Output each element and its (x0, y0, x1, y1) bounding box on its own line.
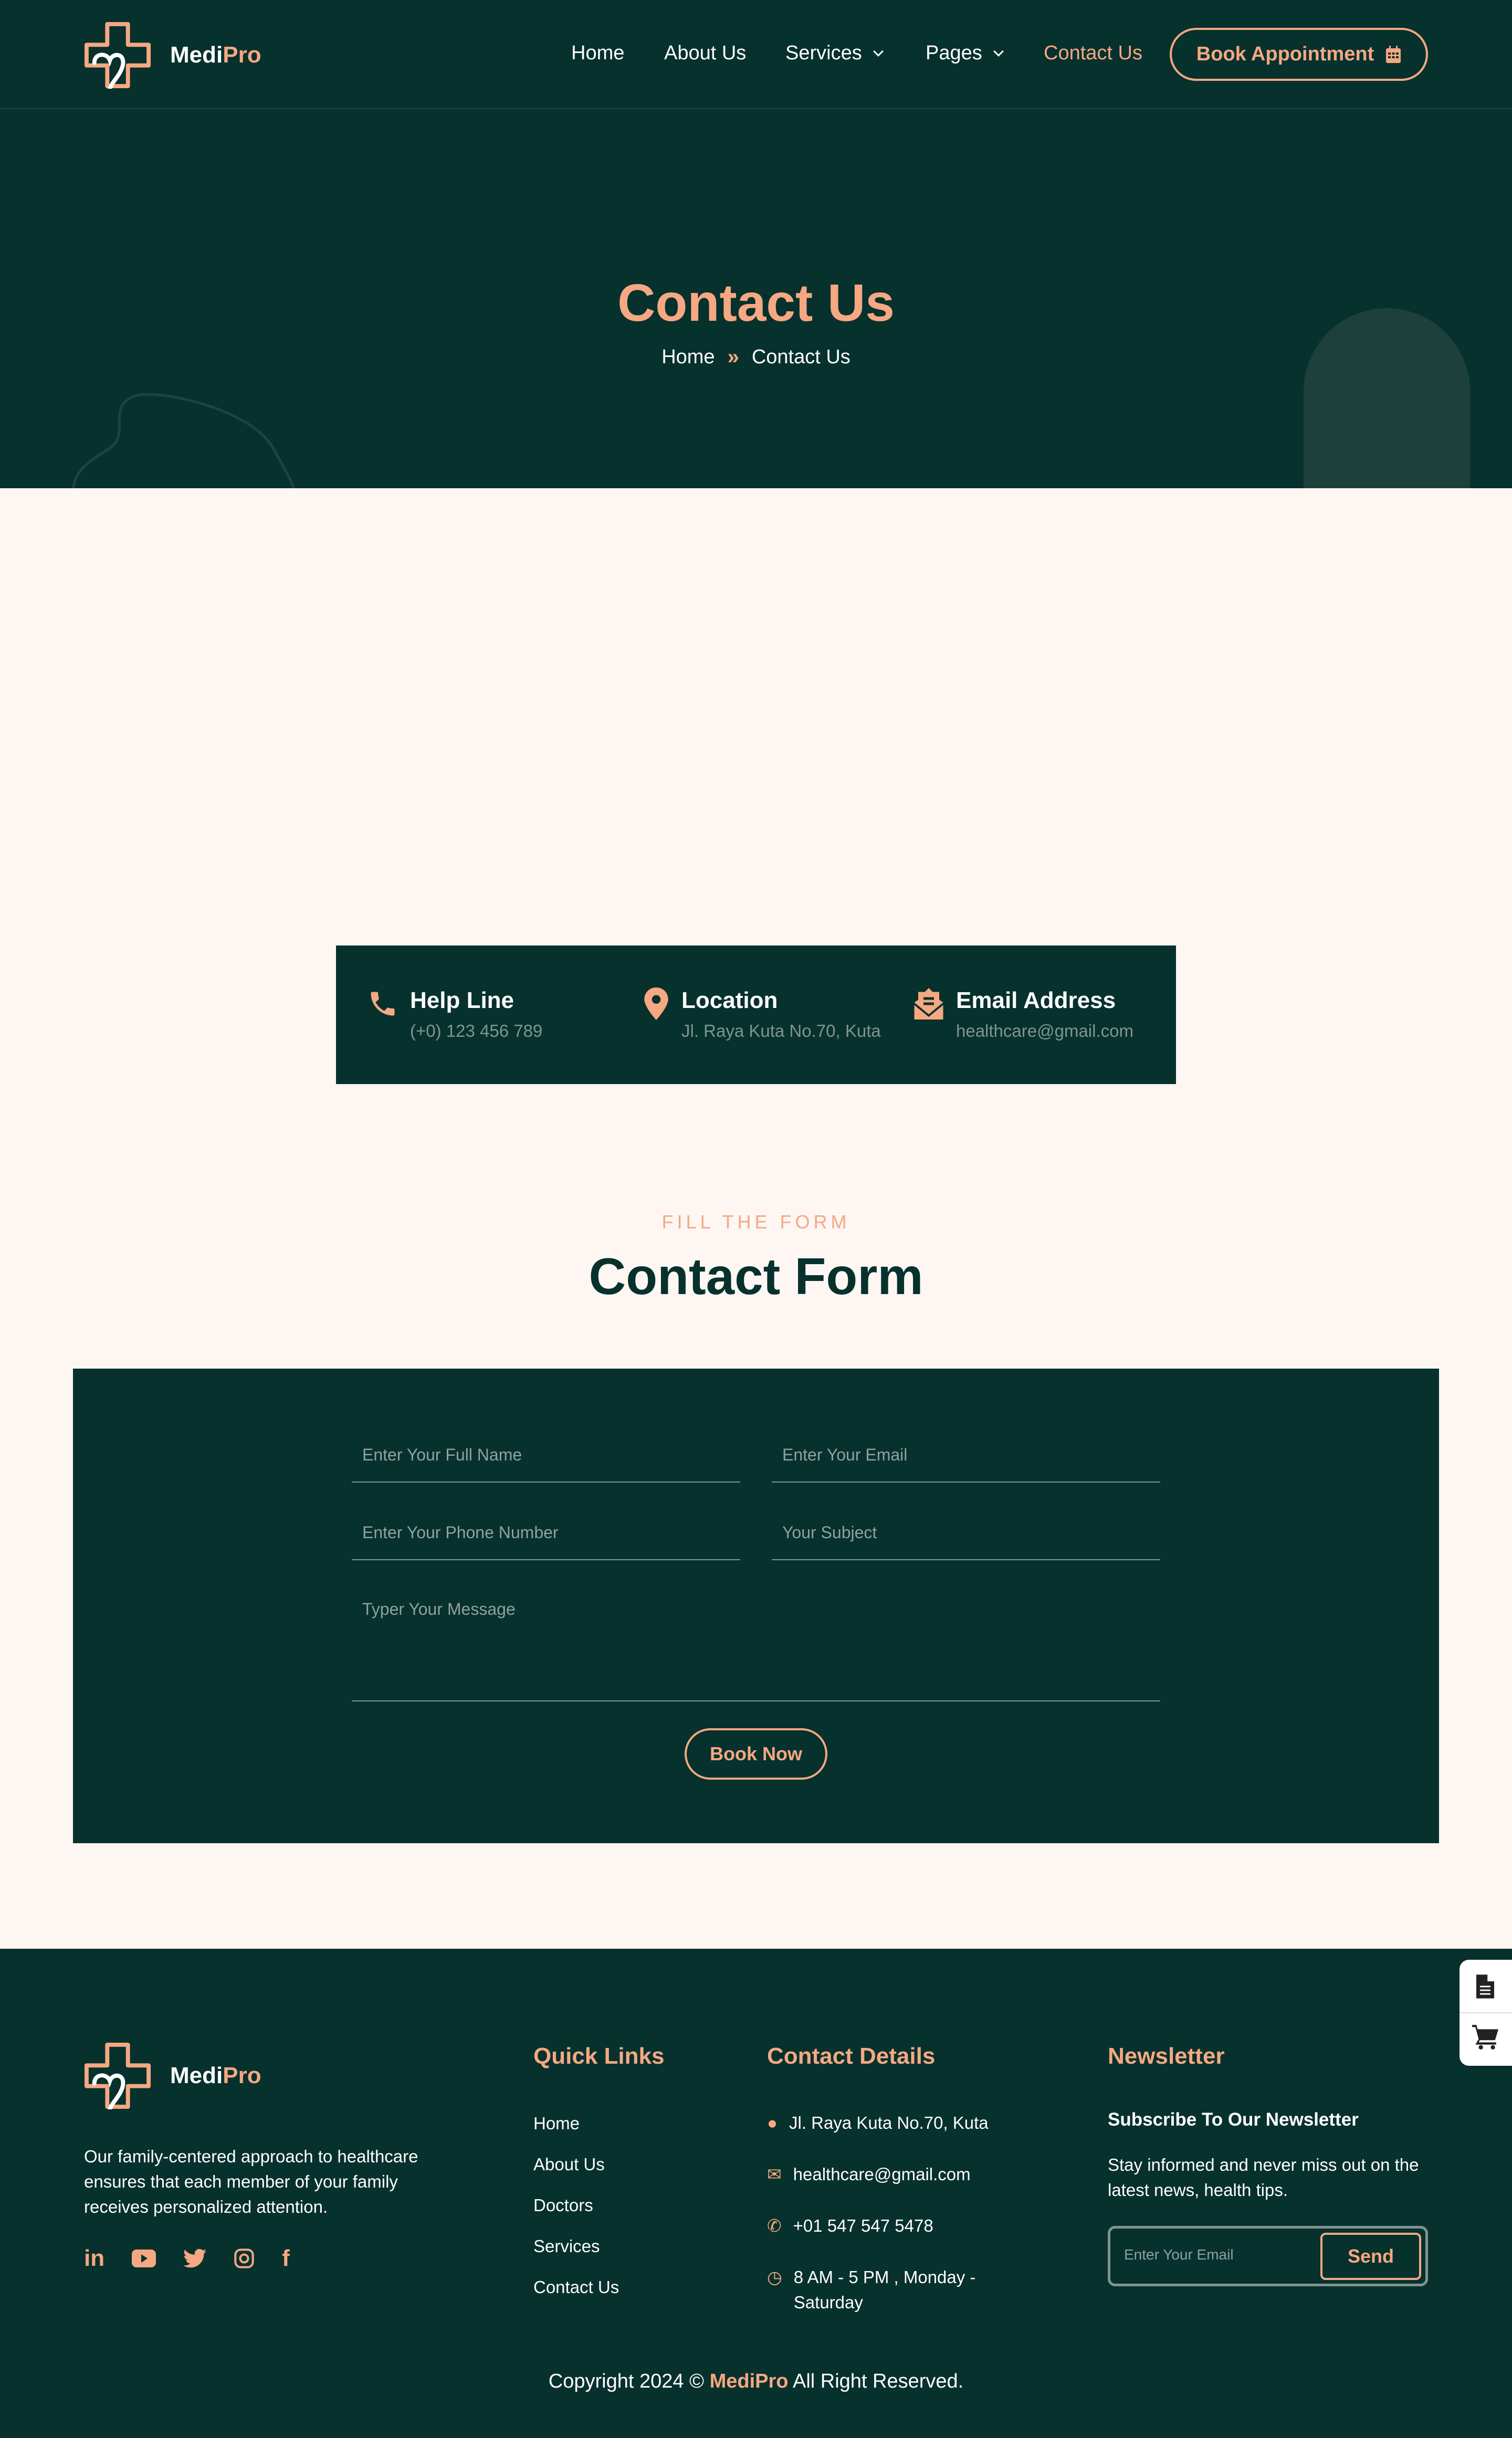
newsletter-send-button[interactable]: Send (1320, 2233, 1421, 2280)
brand-name-a: Medi (170, 42, 223, 68)
site-header: MediPro Home About Us Services Pages Con… (0, 0, 1512, 109)
social-links: in f (84, 2245, 290, 2272)
facebook-icon[interactable]: f (282, 2245, 290, 2272)
nav-about[interactable]: About Us (664, 42, 746, 65)
book-appointment-label: Book Appointment (1196, 43, 1374, 65)
info-value: healthcare@gmail.com (956, 1021, 1133, 1041)
medical-cross-logo-icon (84, 2042, 151, 2109)
decorative-arch-shape (1304, 308, 1470, 488)
brand-name-b: Pro (223, 42, 261, 68)
breadcrumb: Home » Contact Us (0, 345, 1512, 369)
floating-side-toolbar (1460, 1960, 1512, 2066)
breadcrumb-home[interactable]: Home (662, 346, 715, 369)
nav-services[interactable]: Services (785, 42, 884, 65)
newsletter-form: Enter Your Email Send (1108, 2226, 1428, 2286)
footer-phone-text: +01 547 547 5478 (793, 2216, 933, 2235)
envelope-open-icon (914, 988, 943, 1020)
contact-details-heading: Contact Details (767, 2043, 936, 2069)
page-hero: Contact Us Home » Contact Us (0, 109, 1512, 488)
brand-name-a: Medi (170, 2063, 223, 2088)
nav-pages-label: Pages (926, 42, 982, 64)
map-pin-icon (644, 987, 668, 1020)
section-title: Contact Form (589, 1247, 923, 1305)
footer-hours-text: 8 AM - 5 PM , Monday - Saturday (793, 2267, 976, 2312)
site-footer: MediPro Our family-centered approach to … (0, 1949, 1512, 2438)
shopping-cart-icon[interactable] (1472, 2024, 1498, 2050)
book-now-button[interactable]: Book Now (685, 1728, 827, 1780)
breadcrumb-current: Contact Us (751, 346, 850, 368)
section-eyebrow: FILL THE FORM (662, 1211, 850, 1233)
footer-link-about[interactable]: About Us (533, 2155, 605, 2174)
footer-link-doctors[interactable]: Doctors (533, 2195, 593, 2215)
copyright-brand[interactable]: MediPro (710, 2370, 789, 2392)
newsletter-text: Stay informed and never miss out on the … (1108, 2155, 1419, 2200)
divider (1460, 2012, 1512, 2013)
copyright-text: Copyright 2024 © (548, 2370, 705, 2392)
instagram-icon[interactable] (234, 2248, 255, 2269)
footer-logo[interactable]: MediPro (84, 2042, 261, 2109)
document-icon[interactable] (1476, 1974, 1494, 1999)
phone-input[interactable]: Enter Your Phone Number (352, 1523, 740, 1560)
footer-email-text: healthcare@gmail.com (793, 2164, 971, 2184)
book-appointment-button[interactable]: Book Appointment (1170, 28, 1428, 81)
map-pin-icon: ● (767, 2113, 778, 2132)
newsletter-heading: Newsletter (1108, 2043, 1225, 2069)
footer-address-text: Jl. Raya Kuta No.70, Kuta (789, 2113, 989, 2132)
contact-info-bar: Help Line (+0) 123 456 789 Location Jl. Ra… (336, 945, 1176, 1084)
info-value: (+0) 123 456 789 (410, 1021, 543, 1041)
email-input[interactable]: Enter Your Email (772, 1445, 1160, 1483)
newsletter-subheading: Subscribe To Our Newsletter (1108, 2109, 1359, 2130)
quick-links-heading: Quick Links (533, 2043, 665, 2069)
footer-link-home[interactable]: Home (533, 2114, 580, 2134)
youtube-icon[interactable] (132, 2250, 156, 2267)
footer-address: ● Jl. Raya Kuta No.70, Kuta (767, 2110, 989, 2136)
nav-pages[interactable]: Pages (926, 42, 1004, 65)
envelope-open-icon: ✉ (767, 2164, 782, 2184)
footer-description: Our family-centered approach to healthca… (84, 2147, 418, 2216)
contact-form: Enter Your Full Name Enter Your Email En… (73, 1369, 1439, 1843)
nav-services-label: Services (785, 42, 862, 64)
message-textarea[interactable]: Typer Your Message (352, 1600, 1160, 1701)
medical-cross-logo-icon (84, 22, 151, 89)
linkedin-icon[interactable]: in (84, 2245, 104, 2272)
info-email: Email Address healthcare@gmail.com (913, 987, 1133, 1041)
nav-contact[interactable]: Contact Us (1044, 42, 1142, 65)
full-name-input[interactable]: Enter Your Full Name (352, 1445, 740, 1483)
info-location: Location Jl. Raya Kuta No.70, Kuta (643, 987, 881, 1041)
chevron-down-icon (993, 46, 1004, 57)
info-helpline: Help Line (+0) 123 456 789 (367, 987, 542, 1041)
calendar-icon (1386, 45, 1401, 63)
info-title: Location (681, 987, 778, 1013)
info-title: Email Address (956, 987, 1116, 1013)
page-title: Contact Us (617, 274, 895, 332)
footer-hours: ◷ 8 AM - 5 PM , Monday - Saturday (767, 2265, 1019, 2315)
info-value: Jl. Raya Kuta No.70, Kuta (681, 1021, 881, 1041)
chevron-down-icon (873, 46, 884, 57)
info-title: Help Line (410, 987, 514, 1013)
phone-icon (371, 992, 395, 1016)
brand-name: MediPro (170, 42, 261, 68)
nav-home[interactable]: Home (571, 42, 624, 65)
footer-link-contact[interactable]: Contact Us (533, 2277, 619, 2297)
clock-icon: ◷ (767, 2267, 782, 2287)
brand-logo[interactable]: MediPro (84, 22, 261, 89)
brand-name-b: Pro (223, 2063, 261, 2088)
brand-name: MediPro (170, 2063, 261, 2089)
copyright-suffix: All Right Reserved. (792, 2370, 964, 2392)
subject-input[interactable]: Your Subject (772, 1523, 1160, 1560)
phone-icon: ✆ (767, 2216, 782, 2235)
footer-link-services[interactable]: Services (533, 2236, 600, 2256)
newsletter-email-input[interactable]: Enter Your Email (1124, 2246, 1234, 2263)
twitter-icon[interactable] (183, 2248, 207, 2268)
copyright: Copyright 2024 © MediPro All Right Reser… (0, 2370, 1512, 2393)
footer-email: ✉ healthcare@gmail.com (767, 2162, 971, 2187)
footer-phone: ✆ +01 547 547 5478 (767, 2213, 933, 2239)
double-chevron-right-icon: » (727, 345, 739, 369)
